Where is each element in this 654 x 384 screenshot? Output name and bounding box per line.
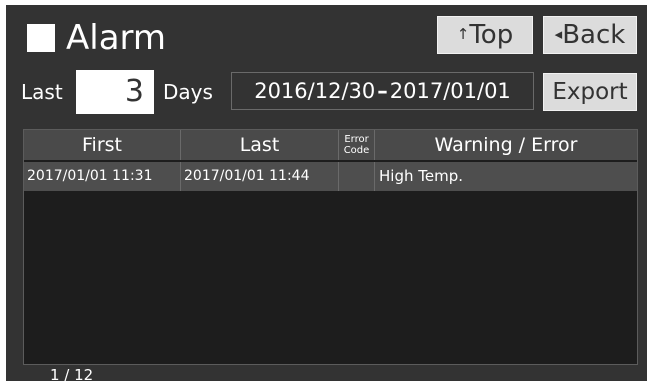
top-button-label: Top [469, 20, 514, 50]
back-button[interactable]: ◂Back [543, 16, 637, 54]
column-warning-error: Warning / Error [434, 134, 578, 156]
export-button[interactable]: Export [543, 73, 637, 111]
alarm-table: First Last Error Code Warning / Error 20… [23, 129, 638, 365]
days-input[interactable]: 3 [76, 70, 154, 114]
column-last: Last [181, 130, 339, 160]
table-row[interactable]: 2017/01/01 11:31 2017/01/01 11:44 High T… [24, 162, 637, 191]
up-arrow-icon: ↑ [456, 24, 470, 43]
days-label: Days [163, 80, 213, 104]
range-end: 2017/01/01 [389, 79, 511, 103]
column-first: First [24, 130, 181, 160]
left-arrow-icon: ◂ [554, 24, 563, 43]
page-indicator: 1 / 12 [50, 366, 94, 384]
range-separator: – [377, 79, 388, 103]
page-title: Alarm [66, 18, 167, 58]
alarm-screen: Alarm ↑Top ◂Back Last 3 Days 2016/12/30–… [6, 5, 647, 384]
column-error-code: Error Code [339, 130, 375, 160]
range-start: 2016/12/30 [254, 79, 376, 103]
back-button-label: Back [562, 20, 626, 50]
cell-first: 2017/01/01 11:31 [24, 162, 181, 191]
table-header: First Last Error Code Warning / Error [24, 130, 637, 160]
column-error-code-line2: Code [343, 145, 370, 156]
cell-last: 2017/01/01 11:44 [181, 162, 339, 191]
cell-warning: High Temp. [379, 167, 463, 185]
top-button[interactable]: ↑Top [437, 16, 533, 54]
column-error-code-line1: Error [344, 134, 369, 145]
date-range-display: 2016/12/30–2017/01/01 [231, 72, 534, 110]
last-label: Last [21, 80, 63, 104]
alarm-indicator-box [27, 24, 55, 52]
cell-error-code [339, 162, 375, 191]
